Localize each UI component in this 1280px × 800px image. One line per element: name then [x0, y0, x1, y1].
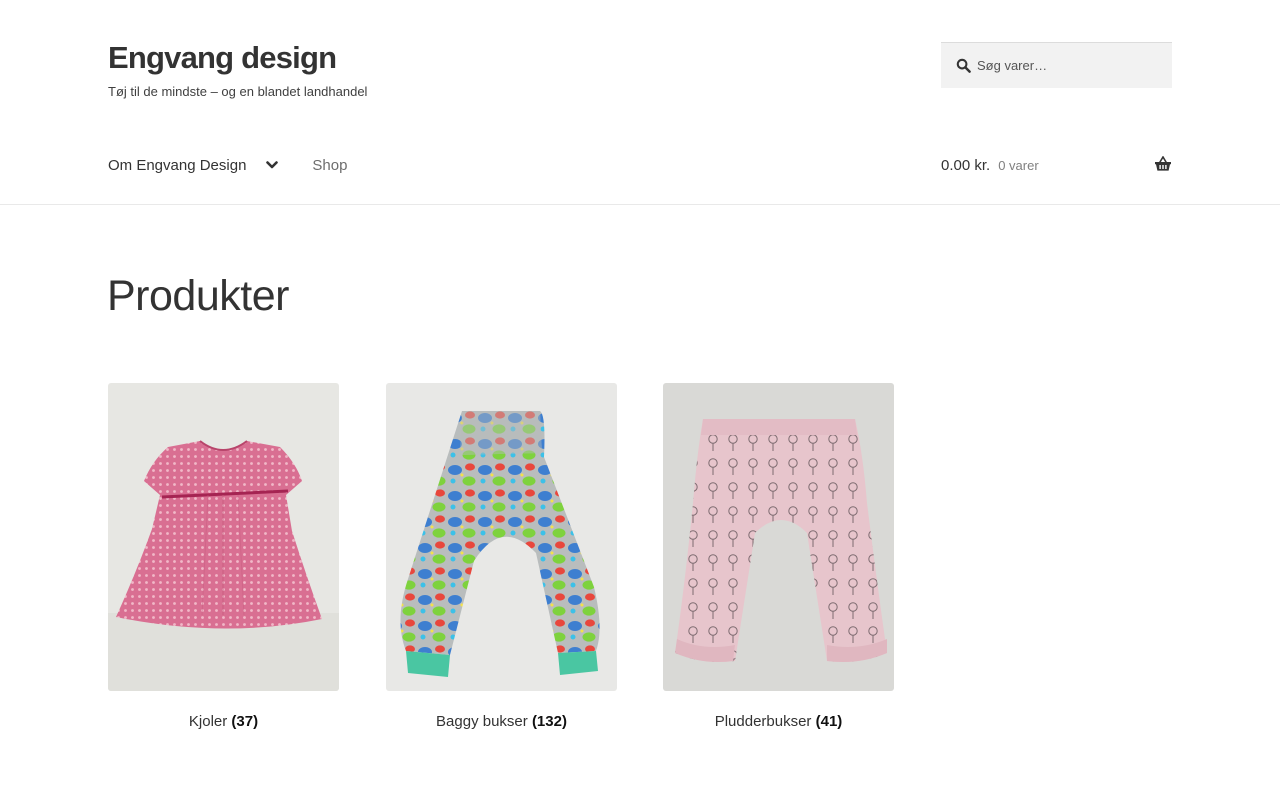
product-search: [941, 42, 1172, 88]
product-name: Pludderbukser: [714, 713, 812, 730]
nav-item-label: Shop: [312, 156, 348, 174]
site-tagline: Tøj til de mindste – og en blandet landh…: [108, 84, 368, 99]
search-icon: [956, 58, 971, 73]
product-count: (132): [531, 713, 567, 730]
product-category-pludderbukser[interactable]: Pludderbukser (41): [663, 383, 894, 730]
product-count: (41): [815, 713, 843, 730]
product-image-baggy-bukser[interactable]: [386, 383, 617, 691]
product-name: Baggy bukser: [436, 713, 528, 730]
page-title: Produkter: [107, 272, 289, 320]
cart-amount: 0.00 kr.: [941, 156, 991, 174]
basket-icon: [1155, 156, 1171, 171]
site-header: Engvang design Tøj til de mindste – og e…: [0, 0, 1280, 205]
product-image-pludderbukser[interactable]: [663, 383, 894, 691]
cart-count: 0 varer: [998, 157, 1039, 173]
search-input[interactable]: [977, 43, 1167, 88]
chevron-down-icon[interactable]: [266, 160, 279, 170]
product-category-kjoler[interactable]: Kjoler (37): [108, 383, 339, 730]
product-caption[interactable]: Pludderbukser (41): [663, 713, 894, 730]
product-count: (37): [231, 713, 259, 730]
nav-item-om-engvang-design[interactable]: Om Engvang Design: [108, 156, 279, 174]
nav-item-shop[interactable]: Shop: [312, 157, 347, 174]
product-caption[interactable]: Baggy bukser (132): [386, 713, 617, 730]
product-caption[interactable]: Kjoler (37): [108, 713, 339, 730]
header-cart[interactable]: 0.00 kr. 0 varer: [941, 150, 1172, 180]
product-image-kjoler[interactable]: [108, 383, 339, 691]
product-name: Kjoler: [188, 713, 228, 730]
primary-navigation: Om Engvang Design Shop: [108, 150, 347, 180]
site-title[interactable]: Engvang design: [108, 40, 337, 76]
product-category-baggy-bukser[interactable]: Baggy bukser (132): [386, 383, 617, 730]
nav-item-label: Om Engvang Design: [108, 156, 247, 174]
